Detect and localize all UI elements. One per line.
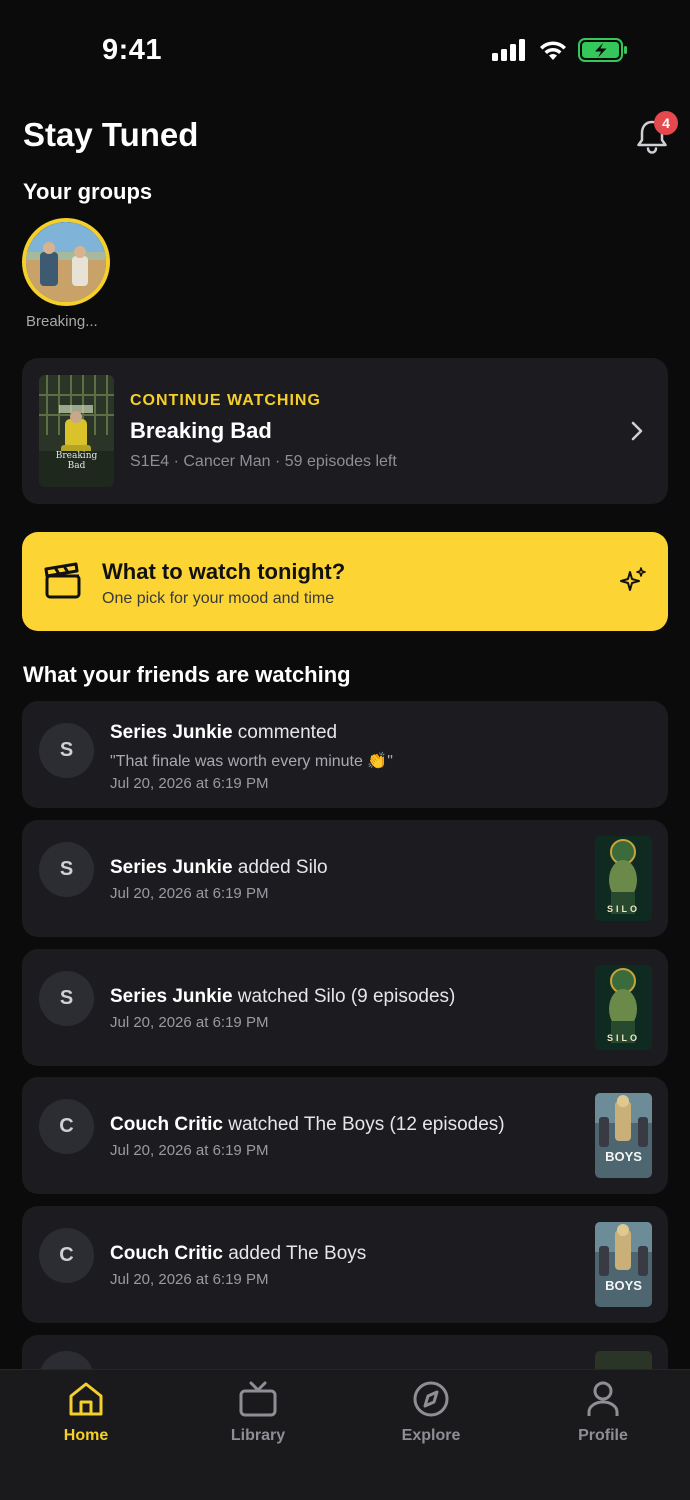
tv-icon	[239, 1381, 277, 1417]
poster-title: Breaking Bad	[55, 451, 98, 471]
chevron-right-icon	[631, 421, 643, 441]
avatar: S	[39, 842, 94, 897]
feed-user[interactable]: Series Junkie	[110, 857, 233, 878]
breaking-bad-poster: Breaking Bad	[39, 375, 114, 487]
episode-meta: S1E4 · Cancer Man · 59 episodes left	[130, 453, 397, 470]
groups-section-title: Your groups	[23, 179, 153, 204]
the-boys-poster-thumbnail[interactable]: BOYS	[595, 1222, 652, 1307]
notification-badge: 4	[654, 111, 678, 135]
avatar: C	[39, 1099, 94, 1154]
feed-item-text: Couch Critic watched The Boys (12 episod…	[110, 1114, 505, 1136]
status-bar: 9:41	[0, 0, 690, 100]
feed-action: commented	[232, 722, 338, 743]
bottom-tab-bar: Home Library Explore Profile	[0, 1369, 690, 1500]
status-icons	[492, 38, 628, 62]
continue-watching-card[interactable]: Breaking Bad CONTINUE WATCHING Breaking …	[22, 358, 668, 504]
feed-item-text: Series Junkie commented	[110, 722, 337, 744]
home-icon	[69, 1382, 103, 1416]
clapperboard-icon	[44, 562, 81, 599]
thumb-title: SILO	[606, 1033, 640, 1043]
feed-item-text: Couch Critic added The Boys	[110, 1243, 366, 1265]
person-icon	[587, 1381, 619, 1416]
battery-icon	[578, 38, 627, 62]
sparkles-icon	[620, 567, 646, 591]
feed-item-text: Series Junkie added Silo	[110, 857, 328, 879]
tab-label: Home	[63, 1427, 109, 1444]
what-to-watch-tonight-button[interactable]: What to watch tonight? One pick for your…	[22, 532, 668, 631]
friends-section-title: What your friends are watching	[23, 662, 351, 687]
feed-user[interactable]: Couch Critic	[110, 1114, 223, 1135]
feed-item[interactable]: C Couch Critic added The Boys Jul 20, 20…	[22, 1206, 668, 1323]
group-avatar-breaking-bad[interactable]	[22, 218, 110, 306]
page-title: Stay Tuned	[23, 116, 199, 153]
show-title: Breaking Bad	[130, 418, 272, 443]
tab-home[interactable]: Home	[26, 1380, 146, 1445]
avatar: S	[39, 971, 94, 1026]
feed-user[interactable]: Series Junkie	[110, 722, 233, 743]
feed-user[interactable]: Couch Critic	[110, 1243, 223, 1264]
avatar: S	[39, 723, 94, 778]
feed-action: added Silo	[232, 857, 328, 878]
feed-user[interactable]: Series Junkie	[110, 986, 233, 1007]
tab-label: Library	[230, 1427, 286, 1444]
silo-poster-thumbnail[interactable]: SILO	[595, 965, 652, 1050]
tab-explore[interactable]: Explore	[371, 1380, 491, 1445]
wifi-icon	[540, 41, 566, 60]
thumb-title: BOYS	[605, 1278, 642, 1293]
watch-tonight-subtitle: One pick for your mood and time	[102, 590, 335, 607]
feed-date: Jul 20, 2026 at 6:19 PM	[110, 1271, 269, 1288]
feed-date: Jul 20, 2026 at 6:19 PM	[110, 1014, 269, 1031]
silo-poster-thumbnail[interactable]: SILO	[595, 836, 652, 921]
feed-date: Jul 20, 2026 at 6:19 PM	[110, 775, 269, 792]
tab-label: Profile	[578, 1427, 628, 1444]
feed-action: watched The Boys (12 episodes)	[222, 1114, 505, 1135]
feed-comment: "That finale was worth every minute 👏"	[110, 753, 393, 770]
group-image	[26, 222, 106, 302]
group-label: Breaking...	[26, 313, 98, 330]
thumb-title: BOYS	[605, 1149, 642, 1164]
continue-watching-label: CONTINUE WATCHING	[130, 392, 321, 409]
feed-date: Jul 20, 2026 at 6:19 PM	[110, 885, 269, 902]
feed-item-text: Series Junkie watched Silo (9 episodes)	[110, 986, 455, 1008]
thumb-title: SILO	[606, 904, 640, 914]
feed-item[interactable]: S Series Junkie added Silo Jul 20, 2026 …	[22, 820, 668, 937]
tab-library[interactable]: Library	[198, 1380, 318, 1445]
signal-icon	[492, 39, 525, 61]
feed-date: Jul 20, 2026 at 6:19 PM	[110, 1142, 269, 1159]
watch-tonight-title: What to watch tonight?	[102, 559, 346, 584]
status-time: 9:41	[102, 34, 163, 66]
feed-item[interactable]: S Series Junkie watched Silo (9 episodes…	[22, 949, 668, 1066]
feed-action: added The Boys	[222, 1243, 367, 1264]
tab-profile[interactable]: Profile	[543, 1380, 663, 1445]
feed-item[interactable]: C Couch Critic watched The Boys (12 epis…	[22, 1077, 668, 1194]
feed-item[interactable]: S Series Junkie commented "That finale w…	[22, 701, 668, 808]
avatar: C	[39, 1228, 94, 1283]
compass-icon	[413, 1381, 449, 1417]
feed-action: watched Silo (9 episodes)	[232, 986, 456, 1007]
the-boys-poster-thumbnail[interactable]: BOYS	[595, 1093, 652, 1178]
tab-label: Explore	[401, 1427, 461, 1444]
